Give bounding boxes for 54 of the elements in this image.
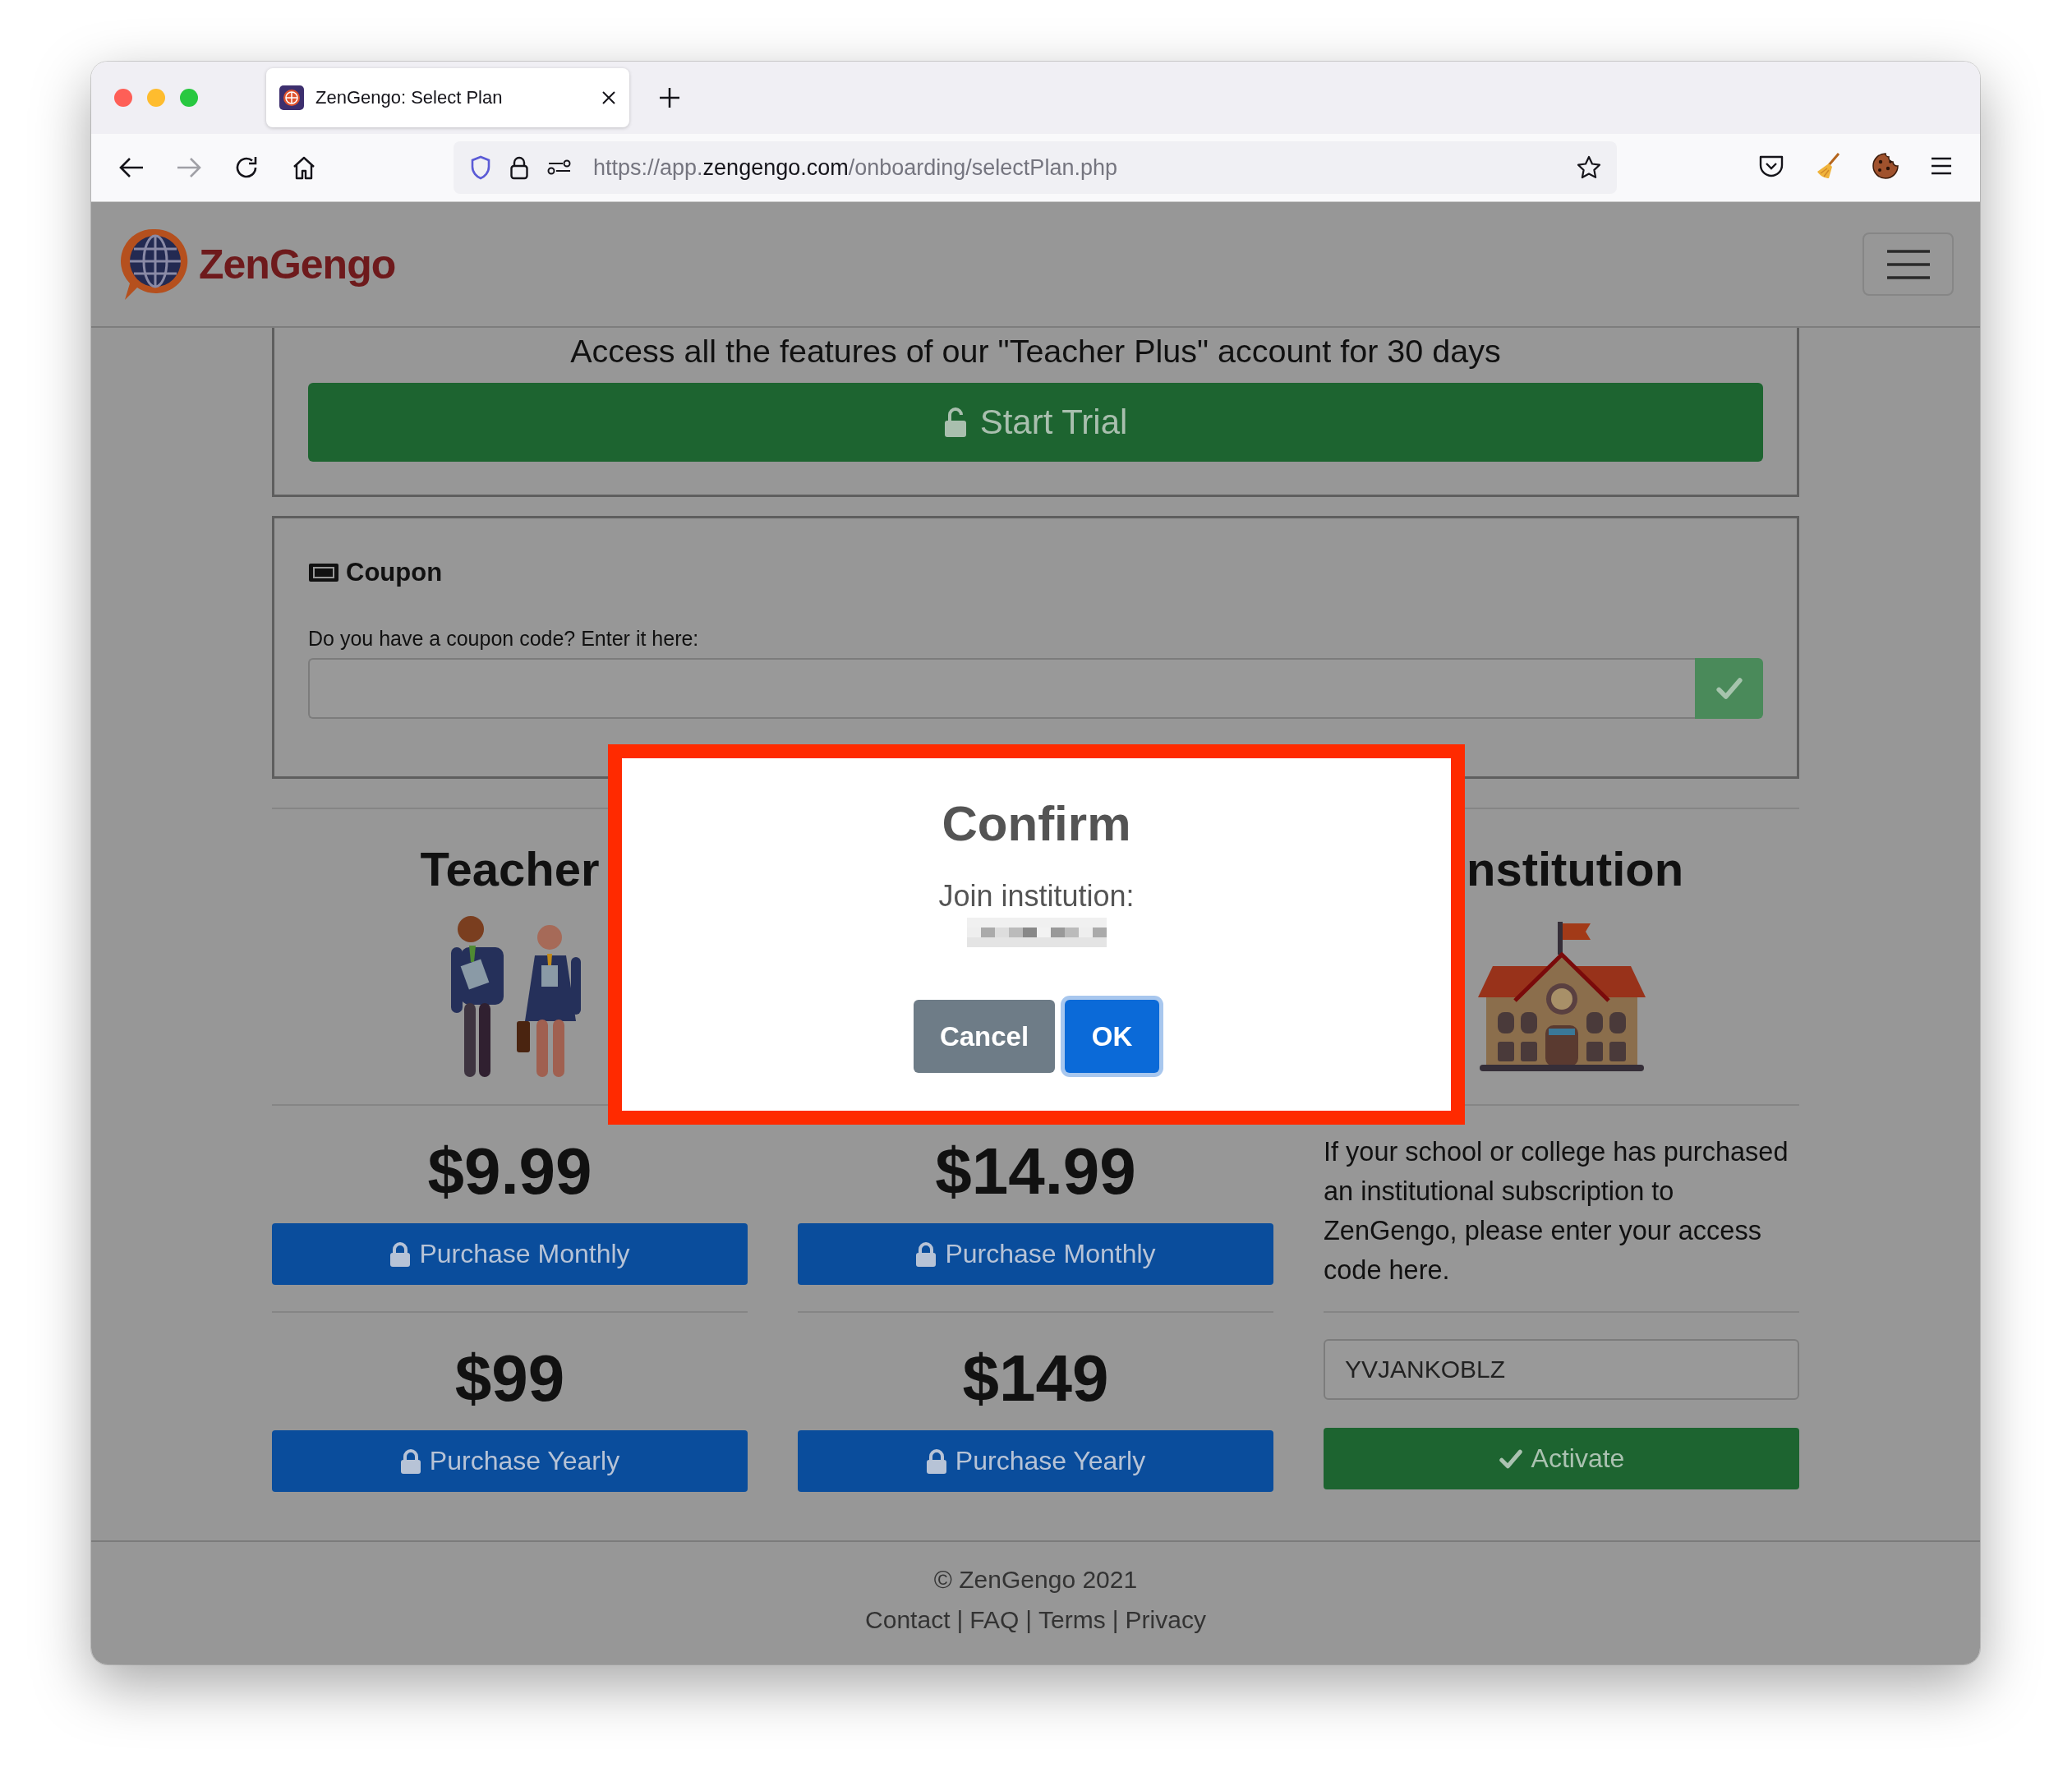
lock-icon (925, 1448, 947, 1474)
coupon-title: Coupon (346, 557, 443, 588)
trial-description: Access all the features of our "Teacher Plus" account for 30 days (569, 332, 1502, 371)
permissions-icon (547, 159, 572, 177)
ticket-icon (308, 562, 339, 583)
globe-icon (279, 85, 304, 110)
start-trial-button[interactable]: Start Trial (308, 383, 1763, 462)
tab-title: ZenGengo: Select Plan (315, 87, 504, 108)
bookmark-star-icon[interactable] (1576, 154, 1602, 181)
back-icon[interactable] (118, 156, 145, 179)
access-code-field[interactable]: YVJANKOBLZ (1324, 1339, 1799, 1400)
purchase-yearly-button[interactable]: Purchase Yearly (798, 1430, 1273, 1492)
price: $9.99 (426, 1134, 593, 1209)
lock-icon (915, 1241, 937, 1267)
menu-icon (1885, 247, 1932, 281)
browser-tab[interactable]: ZenGengo: Select Plan (266, 68, 629, 127)
unlocked-lock-icon (943, 407, 969, 437)
purchase-monthly-button[interactable]: Purchase Monthly (798, 1223, 1273, 1285)
cancel-button[interactable]: Cancel (914, 1000, 1055, 1073)
new-tab-icon[interactable] (659, 87, 680, 108)
copyright-text: © ZenGengo 2021 (932, 1565, 1139, 1595)
footer-link[interactable]: FAQ (969, 1600, 1020, 1640)
price: $149 (961, 1341, 1110, 1416)
institution-description: If your school or college has purchased an institutional subscription to ZenGengo, please enter your access code here. (1324, 1136, 1789, 1287)
shield-icon (470, 155, 491, 180)
price: $14.99 (934, 1134, 1137, 1209)
menu-icon[interactable] (1929, 156, 1954, 176)
footer-link[interactable]: Privacy (1125, 1600, 1206, 1640)
close-window-button[interactable] (114, 89, 132, 107)
coupon-prompt: Do you have a coupon code? Enter it here: (308, 626, 700, 651)
dialog-message: Join institution: (938, 878, 1135, 914)
coupon-field[interactable] (308, 658, 1695, 719)
separator: | (1025, 1605, 1033, 1635)
separator: | (956, 1605, 964, 1635)
footer-link[interactable]: Terms (1038, 1600, 1106, 1640)
plan-heading: nstitution (1466, 841, 1685, 897)
footer-link[interactable]: Contact (865, 1600, 951, 1640)
dialog-title: Confirm (942, 795, 1131, 853)
address-bar[interactable]: https://app.zengengo.com/onboarding/selectPlan.php (454, 141, 1617, 194)
purchase-yearly-button[interactable]: Purchase Yearly (272, 1430, 748, 1492)
close-icon[interactable] (601, 90, 616, 105)
plan-heading: Teacher (419, 841, 601, 897)
url-text: https://app.zengengo.com/onboarding/selectPlan.php (593, 154, 1117, 181)
pocket-icon[interactable] (1758, 154, 1784, 178)
purchase-monthly-button[interactable]: Purchase Monthly (272, 1223, 748, 1285)
menu-toggle-button[interactable] (1862, 232, 1954, 296)
activate-button[interactable]: Activate (1324, 1428, 1799, 1489)
lock-icon (389, 1241, 412, 1267)
price: $99 (454, 1341, 566, 1416)
separator: | (1112, 1605, 1119, 1635)
brand-name: ZenGengo (199, 240, 396, 288)
cookie-icon[interactable] (1872, 152, 1899, 180)
lock-icon (399, 1448, 421, 1474)
lock-icon (509, 155, 529, 180)
